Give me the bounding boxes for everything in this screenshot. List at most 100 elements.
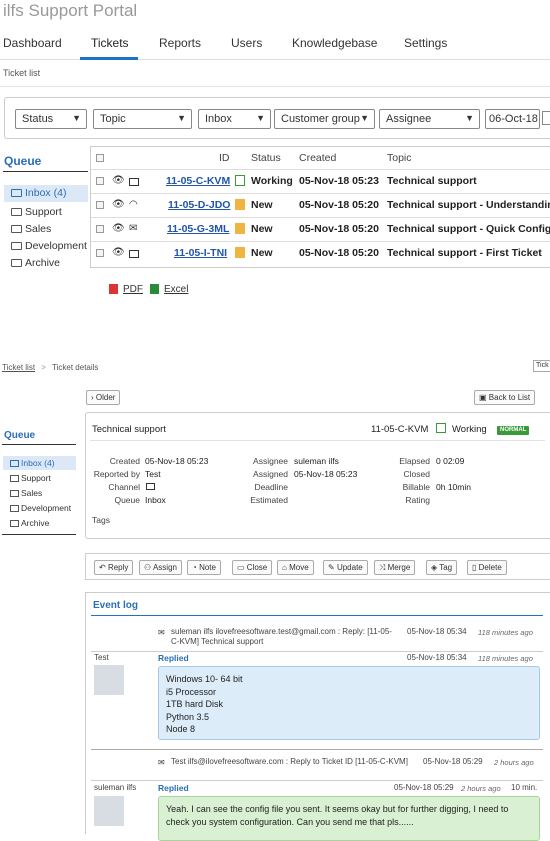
ticket-id-link[interactable]: 11-05-D-JDO — [168, 199, 230, 211]
row-checkbox[interactable] — [96, 177, 104, 185]
reported-by-label: Reported by — [93, 469, 140, 479]
queue-item-inbox[interactable]: Inbox (4) — [10, 458, 55, 468]
nav-knowledgebase[interactable]: Knowledgebase — [292, 36, 377, 50]
ticket-id-link[interactable]: 11-05-C-KVM — [166, 175, 230, 187]
tag-button[interactable]: ◈ Tag — [426, 560, 458, 575]
column-header-status[interactable]: Status — [251, 152, 281, 164]
breadcrumb-separator: > — [41, 363, 46, 372]
older-button[interactable]: › Older — [86, 390, 121, 405]
merge-button[interactable]: ⤨ Merge — [374, 560, 416, 575]
column-header-id[interactable]: ID — [219, 152, 230, 164]
eye-icon[interactable]: 👁 — [112, 175, 125, 186]
nav-tickets[interactable]: Tickets — [91, 36, 129, 50]
event-time: 05-Nov-18 05:34 — [407, 653, 467, 662]
queue-item-inbox[interactable]: Inbox (4) — [11, 187, 66, 199]
note-button[interactable]: ◔ Note — [187, 560, 221, 575]
breadcrumb-ticket-list[interactable]: Ticket list — [2, 363, 35, 372]
table-row[interactable]: 👁 11-05-I-TNI New 05-Nov-18 05:20 Techni… — [91, 241, 550, 265]
eye-icon[interactable]: 👁 — [112, 199, 125, 210]
move-button[interactable]: ⌂ Move — [277, 560, 314, 575]
queue-item-archive[interactable]: Archive — [11, 257, 60, 269]
column-header-topic[interactable]: Topic — [387, 152, 412, 164]
column-header-created[interactable]: Created — [299, 152, 336, 164]
delete-button[interactable]: ▯ Delete — [467, 560, 507, 575]
table-row[interactable]: 👁 11-05-C-KVM Working 05-Nov-18 05:23 Te… — [91, 169, 550, 193]
assignee-label: Assignee — [253, 456, 288, 466]
chevron-right-icon: › — [91, 393, 94, 402]
ticket-topic: Technical support — [92, 424, 166, 435]
ticket-status: Working — [452, 424, 487, 435]
ticket-id-link[interactable]: 11-05-G-3ML — [167, 223, 229, 235]
event-header-time: 05-Nov-18 05:29 — [423, 757, 483, 766]
row-checkbox[interactable] — [96, 249, 104, 257]
event-header-time: 05-Nov-18 05:34 — [407, 627, 467, 636]
ticket-created: 05-Nov-18 05:20 — [299, 199, 379, 211]
nav-users[interactable]: Users — [231, 36, 262, 50]
date-filter[interactable]: 06-Oct-18 — [485, 109, 540, 129]
comment-icon: ◔ — [192, 563, 197, 572]
select-all-checkbox[interactable] — [96, 154, 104, 162]
event-log-title: Event log — [93, 600, 139, 611]
event-message: Yeah. I can see the config file you sent… — [158, 796, 540, 841]
back-to-list-button[interactable]: ▣ Back to List — [474, 390, 536, 405]
nav-reports[interactable]: Reports — [159, 36, 201, 50]
row-checkbox[interactable] — [96, 225, 104, 233]
ticket-id-link[interactable]: 11-05-I-TNI — [174, 247, 227, 259]
status-working-icon — [436, 423, 446, 433]
update-button[interactable]: ✎ Update — [323, 560, 368, 575]
ticket-list-panel: ilfs Support Portal Dashboard Tickets Re… — [0, 0, 550, 298]
queue-item-development[interactable]: Development — [10, 503, 71, 513]
queue-item-support[interactable]: Support — [11, 206, 62, 218]
tags-label: Tags — [92, 515, 110, 525]
customer-group-filter[interactable]: Customer group ▼ — [274, 109, 375, 129]
rating-label: Rating — [405, 495, 430, 505]
created-value: 05-Nov-18 05:23 — [145, 456, 209, 466]
avatar — [94, 665, 124, 695]
tickets-edge-button[interactable]: Tick — [533, 360, 550, 372]
event-header: Test ilfs@ilovefreesoftware.com : Reply … — [171, 757, 408, 766]
assignee-filter[interactable]: Assignee ▼ — [379, 109, 480, 129]
nav-dashboard[interactable]: Dashboard — [3, 36, 62, 50]
queue-item-archive[interactable]: Archive — [10, 518, 49, 528]
nav-settings[interactable]: Settings — [404, 36, 447, 50]
breadcrumb: Ticket list > Ticket details — [2, 363, 98, 372]
ticket-topic: Technical support - Quick Configura — [387, 223, 550, 235]
folder-icon — [11, 242, 22, 250]
status-filter[interactable]: Status ▼ — [15, 109, 87, 129]
queue-item-support[interactable]: Support — [10, 473, 51, 483]
eye-icon[interactable]: 👁 — [112, 247, 125, 258]
chevron-down-icon: ▼ — [177, 113, 186, 123]
export-pdf-link[interactable]: PDF — [123, 284, 143, 295]
table-row[interactable]: 👁 ◠ 11-05-D-JDO New 05-Nov-18 05:20 Tech… — [91, 193, 550, 217]
export-excel-link[interactable]: Excel — [164, 284, 188, 295]
queue-item-sales[interactable]: Sales — [10, 488, 42, 498]
merge-icon: ⤨ — [379, 563, 386, 572]
calendar-icon[interactable] — [542, 111, 550, 125]
reply-button[interactable]: ↶ Reply — [94, 560, 134, 575]
channel-web-icon — [146, 483, 155, 490]
folder-open-icon — [10, 460, 19, 467]
billable-value: 0h 10min — [436, 482, 471, 492]
folder-icon — [11, 259, 22, 267]
ticket-details-panel: Ticket list > Ticket details Tick › Olde… — [0, 360, 550, 841]
status-new-icon — [235, 223, 245, 234]
divider — [91, 615, 543, 616]
folder-icon — [11, 225, 22, 233]
eye-icon[interactable]: 👁 — [112, 223, 125, 234]
topic-filter[interactable]: Topic ▼ — [93, 109, 192, 129]
inbox-filter[interactable]: Inbox ▼ — [198, 109, 271, 129]
filter-bar: Status ▼ Topic ▼ Inbox ▼ Customer group ▼ As… — [4, 97, 550, 139]
assign-button[interactable]: ⚇ Assign — [139, 560, 182, 575]
folder-icon — [10, 490, 19, 497]
event-header-ago: 2 hours ago — [494, 758, 534, 767]
queue-item-sales[interactable]: Sales — [11, 223, 51, 235]
envelope-icon: ✉ — [158, 758, 165, 767]
table-row[interactable]: 👁 ✉ 11-05-G-3ML New 05-Nov-18 05:20 Tech… — [91, 217, 550, 241]
close-button[interactable]: ▭ Close — [232, 560, 273, 575]
ticket-created: 05-Nov-18 05:20 — [299, 247, 379, 259]
queue-item-development[interactable]: Development — [11, 240, 87, 252]
edit-icon: ✎ — [328, 563, 335, 572]
excel-icon — [150, 284, 159, 294]
event-header: suleman ilfs ilovefreesoftware.test@gmai… — [171, 627, 392, 646]
row-checkbox[interactable] — [96, 201, 104, 209]
